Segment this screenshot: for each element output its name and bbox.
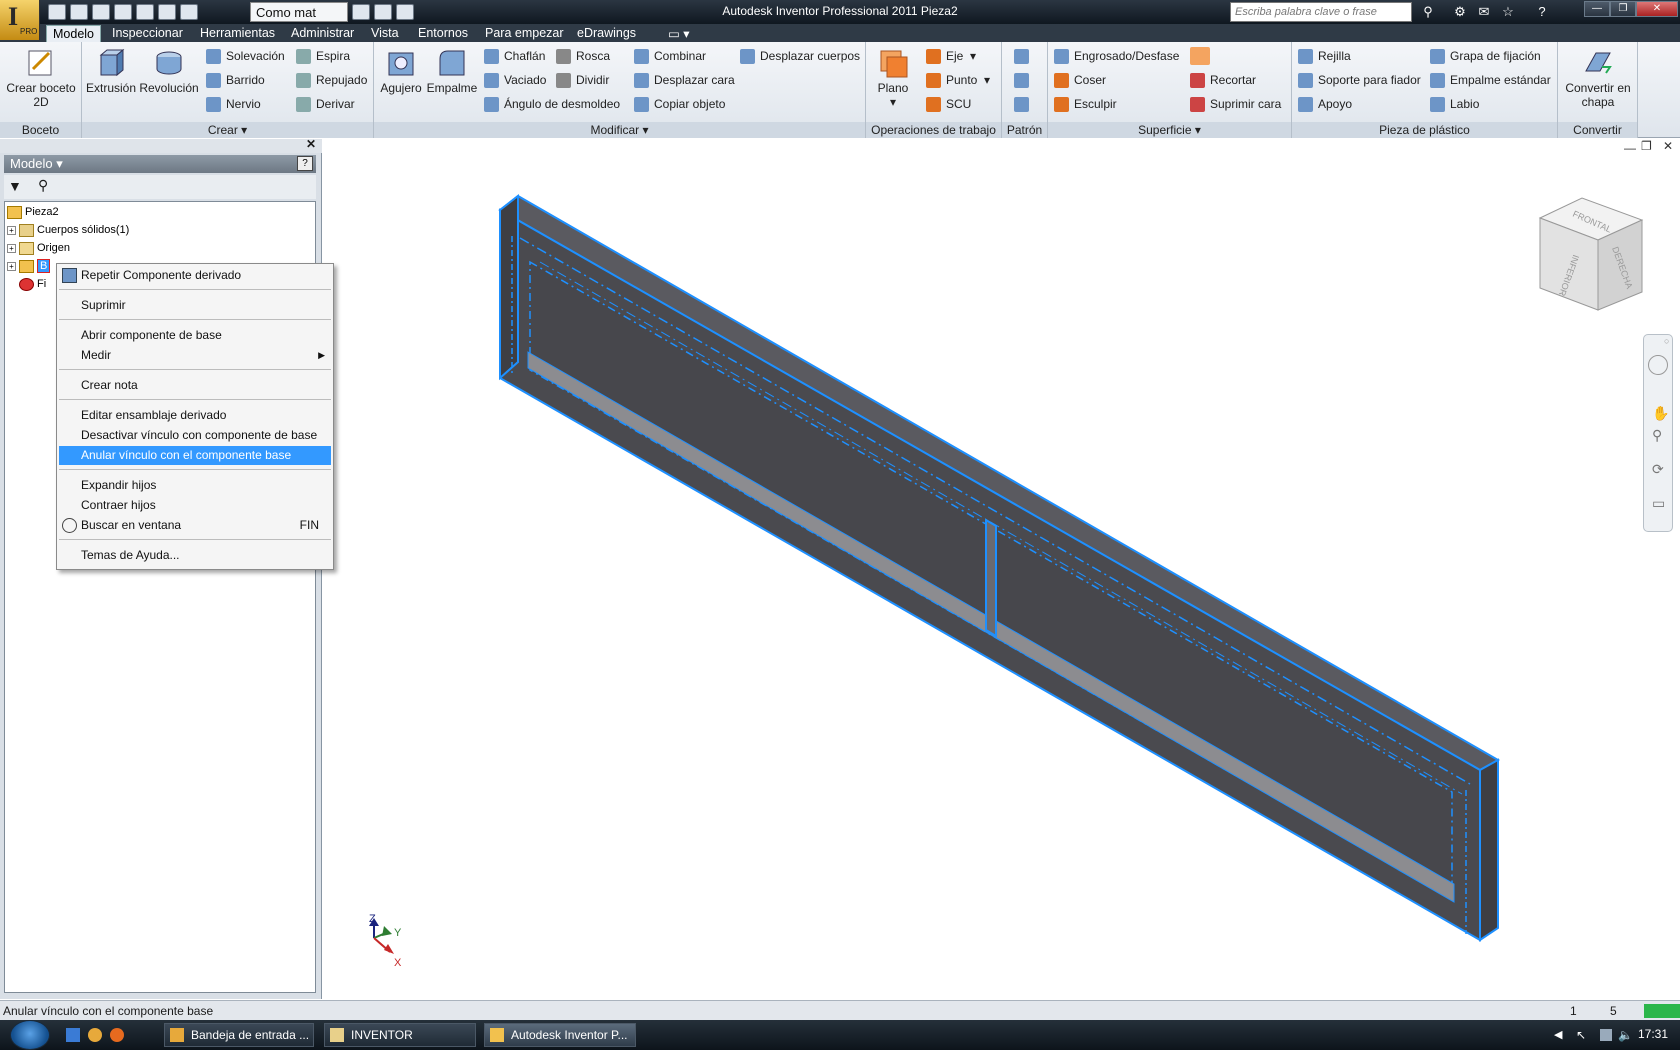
menu-item-desactivar-vinculo[interactable]: Desactivar vínculo con componente de bas…: [59, 426, 331, 445]
menu-item-label: Abrir componente de base: [81, 328, 222, 342]
steering-wheel-icon[interactable]: [1648, 355, 1668, 375]
orbit-icon[interactable]: ⟳: [1652, 461, 1664, 478]
menu-item-medir[interactable]: Medir ▶: [59, 346, 331, 365]
clock[interactable]: 17:31: [1638, 1027, 1668, 1041]
menu-item-repetir[interactable]: Repetir Componente derivado: [59, 266, 331, 285]
menu-item-expandir-hijos[interactable]: Expandir hijos: [59, 476, 331, 495]
status-text: Anular vínculo con el componente base: [3, 1004, 214, 1018]
menu-item-label: Anular vínculo con el componente base: [81, 448, 292, 462]
menu-item-editar-ensamblaje[interactable]: Editar ensamblaje derivado: [59, 406, 331, 425]
task-label: INVENTOR: [351, 1028, 413, 1042]
pan-icon[interactable]: ✋: [1652, 405, 1669, 422]
status-count-1: 1: [1570, 1004, 1577, 1018]
folder-icon: [330, 1028, 344, 1042]
menu-item-buscar-ventana[interactable]: Buscar en ventana FIN: [59, 516, 331, 535]
axis-y-label: Y: [394, 927, 402, 939]
show-desktop-icon[interactable]: [66, 1028, 80, 1042]
find-in-window-icon: [62, 518, 77, 533]
repeat-derived-icon: [62, 268, 77, 283]
viewcube[interactable]: FRONTAL DERECHA INFERIOR: [1538, 197, 1644, 311]
firefox-icon[interactable]: [110, 1028, 124, 1042]
submenu-arrow-icon: ▶: [318, 350, 325, 360]
menu-item-label: Editar ensamblaje derivado: [81, 408, 227, 422]
menu-item-label: Repetir Componente derivado: [81, 268, 242, 282]
cursor-icon: ↖: [1576, 1028, 1587, 1042]
thunderbird-icon[interactable]: [88, 1028, 102, 1042]
task-inventor-folder[interactable]: INVENTOR: [324, 1023, 476, 1047]
network-icon[interactable]: [1600, 1029, 1612, 1041]
axis-triad: Z Y X: [369, 913, 402, 969]
task-label: Bandeja de entrada ...: [191, 1028, 310, 1042]
status-bar: Anular vínculo con el componente base 1 …: [0, 1000, 1680, 1020]
volume-icon[interactable]: 🔈: [1618, 1028, 1633, 1042]
menu-item-contraer-hijos[interactable]: Contraer hijos: [59, 496, 331, 515]
taskbar: Bandeja de entrada ... INVENTOR Autodesk…: [0, 1020, 1680, 1050]
task-bandeja-entrada[interactable]: Bandeja de entrada ...: [164, 1023, 314, 1047]
menu-separator: [59, 289, 331, 290]
axis-z-label: Z: [369, 913, 376, 925]
menu-item-label: Suprimir: [81, 298, 126, 312]
menu-item-label: Buscar en ventana: [81, 518, 182, 532]
inventor-icon: [490, 1028, 504, 1042]
navbar-close-icon[interactable]: ○: [1664, 336, 1669, 346]
menu-separator: [59, 399, 331, 400]
application-menu-button[interactable]: I PRO: [0, 0, 40, 40]
task-autodesk-inventor[interactable]: Autodesk Inventor P...: [484, 1023, 636, 1047]
menu-item-label: Crear nota: [81, 378, 138, 392]
menu-item-anular-vinculo[interactable]: Anular vínculo con el componente base: [59, 446, 331, 465]
memory-indicator: [1644, 1004, 1680, 1018]
look-at-icon[interactable]: ▭: [1652, 495, 1665, 512]
menu-item-label: Expandir hijos: [81, 478, 157, 492]
i-beam-model[interactable]: [498, 193, 1501, 942]
menu-item-abrir-componente[interactable]: Abrir componente de base: [59, 326, 331, 345]
menu-item-crear-nota[interactable]: Crear nota: [59, 376, 331, 395]
menu-separator: [59, 369, 331, 370]
navigation-bar: ○ ✋ ⚲ ⟳ ▭: [1643, 334, 1673, 532]
start-button[interactable]: [10, 1020, 50, 1050]
zoom-icon[interactable]: ⚲: [1652, 427, 1662, 444]
menu-item-label: Contraer hijos: [81, 498, 156, 512]
menu-separator: [59, 539, 331, 540]
menu-item-label: Medir: [81, 348, 112, 362]
mail-icon: [170, 1028, 184, 1042]
status-count-2: 5: [1610, 1004, 1617, 1018]
show-hidden-icons-icon[interactable]: ◀: [1554, 1028, 1562, 1041]
context-menu: Repetir Componente derivado Suprimir Abr…: [56, 263, 334, 570]
menu-item-suprimir[interactable]: Suprimir: [59, 296, 331, 315]
menu-item-label: Desactivar vínculo con componente de bas…: [81, 428, 318, 442]
menu-item-label: Temas de Ayuda...: [81, 548, 180, 562]
inventor-logo-icon: I: [8, 2, 19, 31]
menu-separator: [59, 319, 331, 320]
menu-item-temas-ayuda[interactable]: Temas de Ayuda...: [59, 546, 331, 565]
menu-item-shortcut: FIN: [299, 518, 319, 532]
task-label: Autodesk Inventor P...: [511, 1028, 628, 1042]
app-badge: PRO: [20, 27, 38, 36]
axis-x-label: X: [394, 957, 402, 969]
menu-separator: [59, 469, 331, 470]
